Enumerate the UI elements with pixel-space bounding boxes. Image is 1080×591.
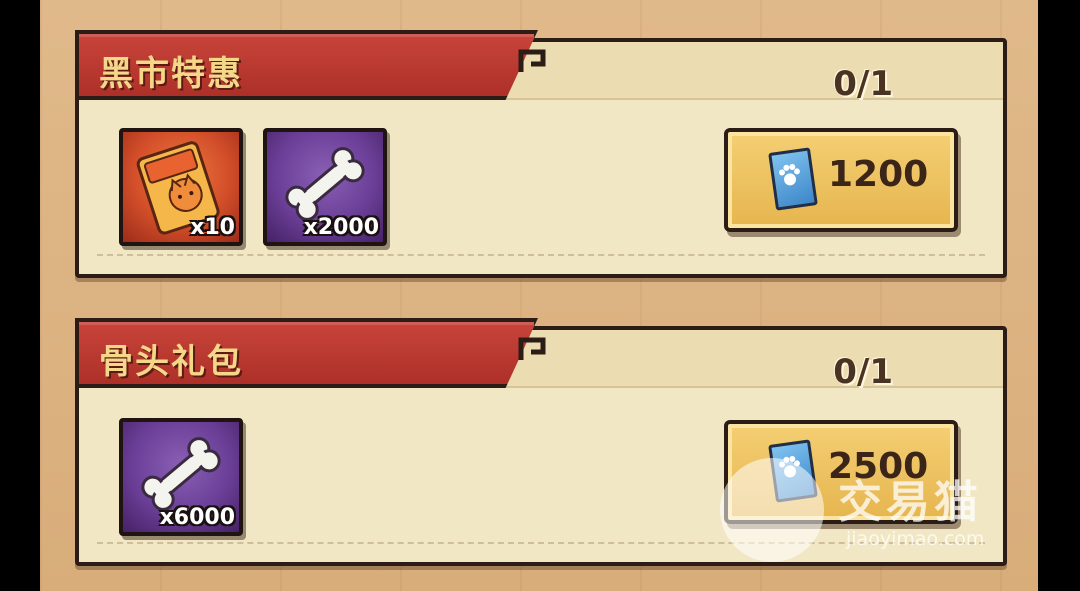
reward-item-bone[interactable]: x6000 — [119, 418, 243, 536]
banner-hook-decoration — [518, 337, 546, 360]
panel-scratch-line — [97, 254, 985, 266]
item-quantity: x10 — [190, 215, 235, 240]
purchase-progress: 0/1 — [833, 352, 893, 392]
item-quantity: x6000 — [159, 505, 235, 530]
pack-title: 骨头礼包 — [99, 342, 243, 382]
price-label: 1200 — [828, 154, 929, 195]
price-label: 2500 — [828, 446, 929, 487]
purchase-progress: 0/1 — [833, 64, 893, 104]
buy-button[interactable]: 2500 — [724, 420, 958, 524]
reward-item-skin-pack[interactable]: x10 — [119, 128, 243, 246]
banner-hook-decoration — [518, 49, 546, 72]
buy-button[interactable]: 1200 — [724, 128, 958, 232]
paw-ticket-icon — [768, 439, 818, 503]
reward-item-bone[interactable]: x2000 — [263, 128, 387, 246]
pack-title: 黑市特惠 — [99, 54, 243, 94]
paw-ticket-icon — [768, 147, 818, 211]
item-quantity: x2000 — [303, 215, 379, 240]
pack-panel-black-market: 黑市特惠 0/1 x10 x2000 1200 — [75, 30, 1007, 278]
pack-panel-bone-gift: 骨头礼包 0/1 x6000 2500 — [75, 318, 1007, 566]
panel-scratch-line — [97, 542, 985, 554]
